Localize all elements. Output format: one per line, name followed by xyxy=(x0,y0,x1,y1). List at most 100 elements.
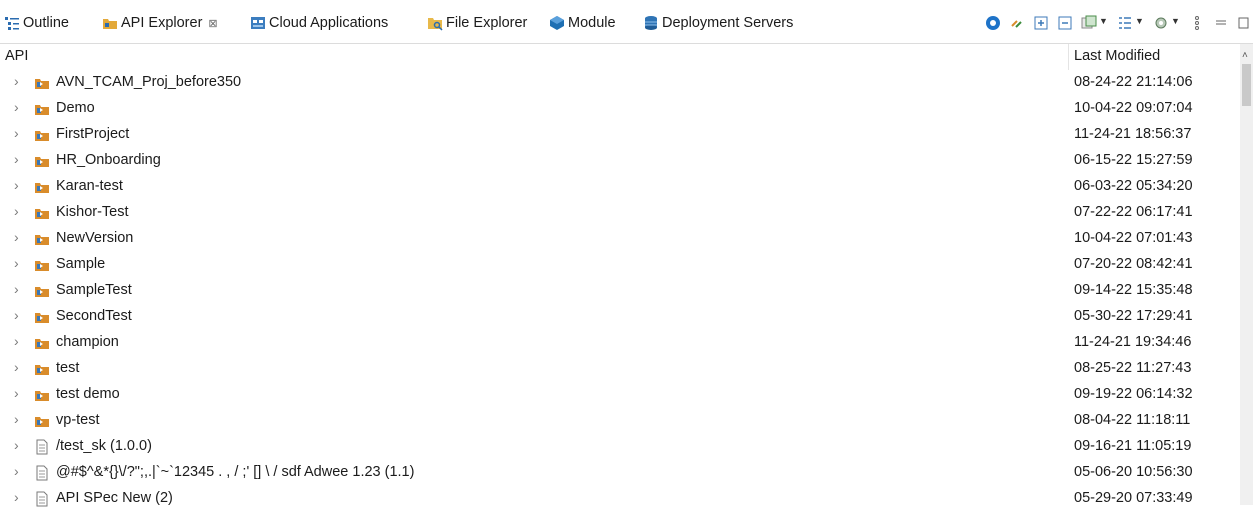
project-icon xyxy=(34,309,50,325)
expand-chevron-icon[interactable]: › xyxy=(14,229,19,245)
tab-cloud-applications[interactable]: Cloud Applications xyxy=(250,11,388,35)
tab-api-explorer[interactable]: API Explorer ⊠ xyxy=(102,11,218,35)
expand-chevron-icon[interactable]: › xyxy=(14,125,19,141)
project-icon xyxy=(34,413,50,429)
expand-chevron-icon[interactable]: › xyxy=(14,333,19,349)
expand-chevron-icon[interactable]: › xyxy=(14,437,19,453)
api-name: SecondTest xyxy=(56,308,132,324)
last-modified: 11-24-21 19:34:46 xyxy=(1074,334,1192,350)
module-icon xyxy=(549,15,565,31)
expand-chevron-icon[interactable]: › xyxy=(14,281,19,297)
tree-row[interactable]: › HR_Onboarding 06-15-22 15:27:59 xyxy=(0,148,1240,174)
file-explorer-icon xyxy=(427,15,443,31)
maximize-icon[interactable] xyxy=(1237,15,1253,31)
api-name: test demo xyxy=(56,386,120,402)
expand-chevron-icon[interactable]: › xyxy=(14,73,19,89)
api-name: test xyxy=(56,360,80,376)
last-modified: 05-30-22 17:29:41 xyxy=(1074,308,1193,324)
project-icon xyxy=(34,257,50,273)
tree-row[interactable]: › vp-test 08-04-22 11:18:11 xyxy=(0,408,1240,434)
api-name: Demo xyxy=(56,100,95,116)
tree-row[interactable]: › FirstProject 11-24-21 18:56:37 xyxy=(0,122,1240,148)
tree-row[interactable]: › API SPec New (2) 05-29-20 07:33:49 xyxy=(0,486,1240,512)
refresh-icon[interactable] xyxy=(985,15,1001,31)
tab-label: File Explorer xyxy=(446,15,528,31)
project-icon xyxy=(34,361,50,377)
filter-dropdown-icon[interactable] xyxy=(1081,15,1108,31)
tab-deployment-servers[interactable]: Deployment Servers xyxy=(643,11,793,35)
api-name: Karan-test xyxy=(56,178,123,194)
expand-chevron-icon[interactable]: › xyxy=(14,151,19,167)
tree-row[interactable]: › /test_sk (1.0.0) 09-16-21 11:05:19 xyxy=(0,434,1240,460)
expand-chevron-icon[interactable]: › xyxy=(14,177,19,193)
project-icon xyxy=(34,101,50,117)
project-icon xyxy=(34,335,50,351)
api-name: HR_Onboarding xyxy=(56,152,161,168)
last-modified: 08-25-22 11:27:43 xyxy=(1074,360,1192,376)
expand-all-icon[interactable] xyxy=(1033,15,1049,31)
api-name: AVN_TCAM_Proj_before350 xyxy=(56,74,242,90)
api-name: SampleTest xyxy=(56,282,132,298)
column-header-api[interactable]: API xyxy=(5,48,28,64)
expand-chevron-icon[interactable]: › xyxy=(14,203,19,219)
last-modified: 06-03-22 05:34:20 xyxy=(1074,178,1193,194)
tree-row[interactable]: › test demo 09-19-22 06:14:32 xyxy=(0,382,1240,408)
view-toolbar xyxy=(981,12,1253,34)
link-with-editor-icon[interactable] xyxy=(1009,15,1025,31)
tree-row[interactable]: › Sample 07-20-22 08:42:41 xyxy=(0,252,1240,278)
tree-row[interactable]: › SecondTest 05-30-22 17:29:41 xyxy=(0,304,1240,330)
vertical-scrollbar[interactable]: ˄ xyxy=(1240,44,1253,505)
project-icon xyxy=(34,283,50,299)
api-explorer-icon xyxy=(102,15,118,31)
api-name: @#$^&*{}\/?";,.|`~`12345 . , / ;' [] \ /… xyxy=(56,464,415,480)
more-options-icon[interactable] xyxy=(1189,15,1205,31)
tab-module[interactable]: Module xyxy=(549,11,616,35)
last-modified: 10-04-22 09:07:04 xyxy=(1074,100,1193,116)
close-icon[interactable]: ⊠ xyxy=(208,17,217,30)
api-name: /test_sk (1.0.0) xyxy=(56,438,152,454)
view-menu-dropdown-icon[interactable] xyxy=(1117,15,1144,31)
project-icon xyxy=(34,75,50,91)
project-icon xyxy=(34,179,50,195)
expand-chevron-icon[interactable]: › xyxy=(14,385,19,401)
expand-chevron-icon[interactable]: › xyxy=(14,307,19,323)
tab-file-explorer[interactable]: File Explorer xyxy=(427,11,527,35)
scroll-up-icon[interactable]: ˄ xyxy=(1242,50,1248,61)
expand-chevron-icon[interactable]: › xyxy=(14,359,19,375)
expand-chevron-icon[interactable]: › xyxy=(14,255,19,271)
api-name: champion xyxy=(56,334,119,350)
last-modified: 09-16-21 11:05:19 xyxy=(1074,438,1192,454)
tab-label: Outline xyxy=(23,15,69,31)
tab-outline[interactable]: Outline xyxy=(4,11,69,35)
last-modified: 07-20-22 08:42:41 xyxy=(1074,256,1193,272)
scrollbar-thumb[interactable] xyxy=(1242,64,1251,106)
last-modified: 09-14-22 15:35:48 xyxy=(1074,282,1193,298)
column-header-last-modified[interactable]: Last Modified xyxy=(1074,48,1160,64)
column-separator[interactable] xyxy=(1068,44,1069,70)
tab-label: Deployment Servers xyxy=(662,15,794,31)
tree-row[interactable]: › champion 11-24-21 19:34:46 xyxy=(0,330,1240,356)
document-icon xyxy=(34,465,50,481)
tree-row[interactable]: › SampleTest 09-14-22 15:35:48 xyxy=(0,278,1240,304)
last-modified: 06-15-22 15:27:59 xyxy=(1074,152,1193,168)
expand-chevron-icon[interactable]: › xyxy=(14,99,19,115)
tree-row[interactable]: › NewVersion 10-04-22 07:01:43 xyxy=(0,226,1240,252)
tab-label: Cloud Applications xyxy=(269,15,389,31)
tab-label: Module xyxy=(568,15,616,31)
project-icon xyxy=(34,127,50,143)
tree-row[interactable]: › test 08-25-22 11:27:43 xyxy=(0,356,1240,382)
minimize-icon[interactable] xyxy=(1213,15,1229,31)
expand-chevron-icon[interactable]: › xyxy=(14,489,19,505)
outline-icon xyxy=(4,15,20,31)
expand-chevron-icon[interactable]: › xyxy=(14,463,19,479)
expand-chevron-icon[interactable]: › xyxy=(14,411,19,427)
last-modified: 05-29-20 07:33:49 xyxy=(1074,490,1193,506)
tree-row[interactable]: › Karan-test 06-03-22 05:34:20 xyxy=(0,174,1240,200)
tree-row[interactable]: › Kishor-Test 07-22-22 06:17:41 xyxy=(0,200,1240,226)
collapse-all-icon[interactable] xyxy=(1057,15,1073,31)
settings-dropdown-icon[interactable] xyxy=(1153,15,1180,31)
project-icon xyxy=(34,387,50,403)
tree-row[interactable]: › @#$^&*{}\/?";,.|`~`12345 . , / ;' [] \… xyxy=(0,460,1240,486)
tree-row[interactable]: › Demo 10-04-22 09:07:04 xyxy=(0,96,1240,122)
tree-row[interactable]: › AVN_TCAM_Proj_before350 08-24-22 21:14… xyxy=(0,70,1240,96)
